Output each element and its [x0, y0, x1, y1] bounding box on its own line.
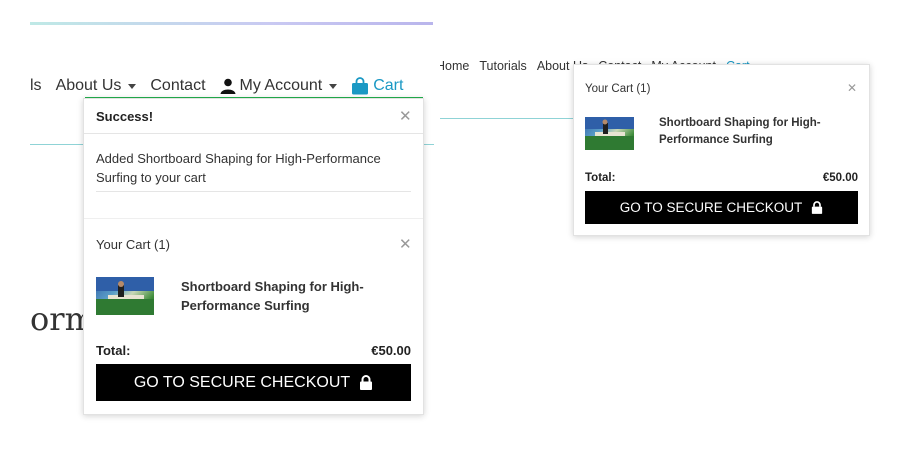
main-nav: ls About Us Contact My Account Cart	[30, 74, 417, 98]
cart-title: Your Cart (1)	[96, 237, 170, 252]
header-divider	[440, 118, 573, 119]
notice-title: Success!	[96, 109, 154, 124]
cart-dropdown: Success! ✕ Added Shortboard Shaping for …	[83, 98, 424, 415]
lock-icon	[360, 375, 373, 390]
secure-checkout-button[interactable]: GO TO SECURE CHECKOUT	[96, 364, 411, 401]
divider	[84, 218, 423, 219]
nav-item-tutorials[interactable]: ls	[30, 77, 42, 95]
header-divider	[30, 144, 85, 145]
notice-message: Added Shortboard Shaping for High-Perfor…	[96, 151, 381, 185]
nav-item-contact[interactable]: Contact	[150, 77, 205, 95]
total-label: Total:	[96, 343, 131, 358]
product-image	[96, 277, 154, 315]
nav-item-cart[interactable]: Cart	[351, 77, 403, 95]
product-image	[585, 117, 634, 150]
caret-down-icon	[128, 83, 137, 89]
caret-down-icon	[329, 83, 338, 89]
close-icon[interactable]: ✕	[399, 235, 412, 253]
close-icon[interactable]: ✕	[399, 107, 412, 125]
cart-dropdown-secondary: Your Cart (1) ✕ Shortboard Shaping for H…	[573, 64, 870, 236]
nav-item-home[interactable]: Home	[440, 59, 469, 73]
total-label: Total:	[585, 172, 616, 184]
lock-icon	[812, 201, 823, 214]
nav-item-about-us[interactable]: About Us	[56, 77, 137, 95]
product-name[interactable]: Shortboard Shaping for High- Performance…	[181, 277, 401, 315]
nav-item-my-account[interactable]: My Account	[220, 77, 338, 95]
total-value: €50.00	[371, 343, 411, 358]
header-accent-line	[30, 22, 433, 25]
total-value: €50.00	[822, 172, 858, 184]
cart-title: Your Cart (1)	[585, 83, 651, 95]
divider	[96, 191, 411, 192]
divider	[84, 133, 423, 134]
nav-item-tutorials[interactable]: Tutorials	[479, 59, 526, 73]
product-thumbnail[interactable]	[585, 117, 634, 150]
user-icon	[220, 78, 236, 94]
secure-checkout-button[interactable]: GO TO SECURE CHECKOUT	[585, 191, 858, 224]
cart-bag-icon	[352, 77, 369, 95]
close-icon[interactable]: ✕	[847, 81, 857, 95]
product-name[interactable]: Shortboard Shaping for High- Performance…	[659, 115, 859, 149]
product-thumbnail[interactable]	[96, 277, 154, 315]
